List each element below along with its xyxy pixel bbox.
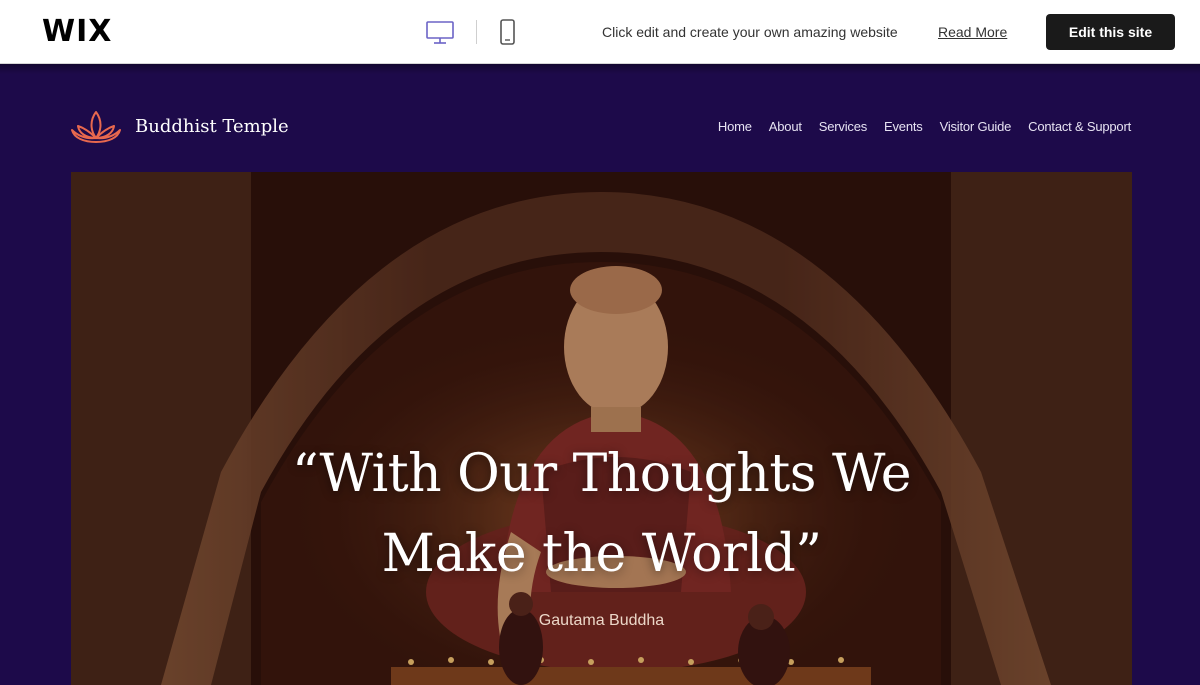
desktop-icon (426, 21, 454, 44)
edit-site-button[interactable]: Edit this site (1046, 14, 1175, 50)
header-shadow (0, 64, 1200, 74)
site-title[interactable]: Buddhist Temple (135, 116, 289, 137)
promo-text: Click edit and create your own amazing w… (602, 24, 898, 40)
nav-home[interactable]: Home (718, 119, 752, 134)
device-separator (476, 20, 477, 44)
lotus-icon[interactable] (70, 108, 122, 146)
hero-quote: “With Our Thoughts We Make the World” (71, 434, 1132, 594)
desktop-view-button[interactable] (425, 18, 455, 48)
hero-banner: “With Our Thoughts We Make the World” Ga… (71, 172, 1132, 685)
hero-author: Gautama Buddha (538, 612, 665, 629)
nav-events[interactable]: Events (884, 119, 923, 134)
main-nav: Home About Services Events Visitor Guide… (718, 119, 1131, 134)
nav-contact-support[interactable]: Contact & Support (1028, 119, 1131, 134)
hero-quote-line-2: Make the World” (381, 524, 822, 584)
hero-background-image (71, 172, 1132, 685)
read-more-link[interactable]: Read More (938, 24, 1007, 40)
wix-header-bar: WIX Click edit and create your own amazi… (0, 0, 1200, 64)
wix-logo[interactable]: WIX (42, 14, 112, 49)
hero-quote-line-1: “With Our Thoughts We (292, 444, 911, 504)
nav-services[interactable]: Services (819, 119, 867, 134)
mobile-view-button[interactable] (495, 18, 525, 48)
mobile-icon (500, 19, 515, 45)
nav-visitor-guide[interactable]: Visitor Guide (940, 119, 1012, 134)
site-page: Buddhist Temple Home About Services Even… (0, 64, 1200, 685)
nav-about[interactable]: About (769, 119, 802, 134)
